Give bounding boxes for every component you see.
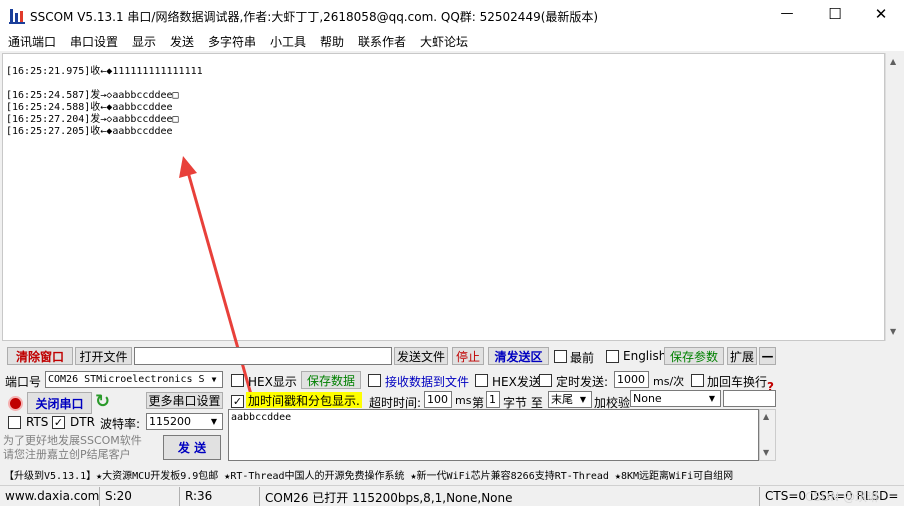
save-params-button[interactable]: 保存参数 bbox=[664, 347, 724, 365]
dtr-label: DTR bbox=[70, 415, 95, 429]
add-crlf-checkbox[interactable] bbox=[691, 374, 704, 387]
expand-button[interactable]: 扩展 bbox=[727, 347, 757, 365]
status-website[interactable]: www.daxia.com bbox=[1, 487, 100, 506]
rts-checkbox[interactable] bbox=[8, 416, 21, 429]
promo-text: 为了更好地发展SSCOM软件 请您注册嘉立创P结尾客户 bbox=[3, 434, 142, 461]
close-port-button[interactable]: 关闭串口 bbox=[27, 392, 92, 414]
scroll-down-icon[interactable]: ▼ bbox=[763, 448, 769, 457]
checksum-extra-field[interactable] bbox=[723, 390, 776, 407]
baud-select[interactable]: 115200 ▼ bbox=[146, 413, 223, 430]
clear-send-button[interactable]: 清发送区 bbox=[488, 347, 549, 365]
english-checkbox[interactable] bbox=[606, 350, 619, 363]
send-text-area[interactable]: aabbccddee bbox=[228, 409, 759, 461]
send-button[interactable]: 发 送 bbox=[163, 435, 221, 460]
more-serial-settings-button[interactable]: 更多串口设置 bbox=[146, 392, 223, 409]
hex-display-label: HEX显示 bbox=[248, 375, 297, 389]
hex-send-checkbox[interactable] bbox=[475, 374, 488, 387]
hex-send-label: HEX发送 bbox=[492, 375, 541, 389]
checksum-select[interactable]: None ▼ bbox=[630, 390, 721, 407]
add-crlf-label: 加回车换行 bbox=[707, 375, 768, 389]
timeout-unit: ms bbox=[455, 394, 472, 407]
file-path-input[interactable] bbox=[134, 347, 392, 365]
hex-display-checkbox[interactable] bbox=[231, 374, 244, 387]
timestamp-checkbox[interactable]: ✓ bbox=[231, 395, 244, 408]
status-sent-count: S:20 bbox=[102, 487, 180, 506]
save-data-button[interactable]: 保存数据 bbox=[301, 371, 361, 389]
timeout-input[interactable]: 100 bbox=[424, 391, 452, 408]
byte-end-select[interactable]: 末尾 ▼ bbox=[548, 391, 592, 408]
chevron-down-icon: ▼ bbox=[576, 393, 590, 406]
ad-banner[interactable]: 【升级到V5.13.1】★大资源MCU开发板9.9包邮 ★RT-Thread中国… bbox=[0, 465, 904, 483]
timestamp-label: 加时间戳和分包显示. bbox=[246, 392, 362, 408]
rts-label: RTS bbox=[26, 415, 49, 429]
stop-button[interactable]: 停止 bbox=[452, 347, 484, 365]
timed-send-checkbox[interactable] bbox=[539, 374, 552, 387]
send-text: aabbccddee bbox=[231, 412, 292, 423]
timed-send-label: 定时发送: bbox=[556, 375, 609, 389]
interval-input[interactable]: 1000 bbox=[614, 371, 649, 388]
status-bar: www.daxia.com S:20 R:36 COM26 已打开 115200… bbox=[0, 485, 904, 506]
port-status-icon bbox=[8, 396, 23, 411]
topmost-label: 最前 bbox=[570, 351, 595, 365]
english-label: English bbox=[623, 349, 667, 363]
topmost-checkbox[interactable] bbox=[554, 350, 567, 363]
baud-label: 波特率: bbox=[100, 417, 141, 431]
open-file-button[interactable]: 打开文件 bbox=[75, 347, 132, 365]
status-port-state: COM26 已打开 115200bps,8,1,None,None bbox=[262, 487, 760, 506]
recv-to-file-checkbox[interactable] bbox=[368, 374, 381, 387]
byte-index-input[interactable]: 1 bbox=[486, 391, 500, 408]
port-select[interactable]: COM26 STMicroelectronics S ▼ bbox=[45, 371, 223, 388]
send-file-button[interactable]: 发送文件 bbox=[394, 347, 448, 365]
sscom-window: SSCOM V5.13.1 串口/网络数据调试器,作者:大虾丁丁,2618058… bbox=[0, 0, 904, 506]
status-received-count: R:36 bbox=[182, 487, 260, 506]
recv-to-file-label: 接收数据到文件 bbox=[385, 375, 470, 389]
dtr-checkbox[interactable]: ✓ bbox=[52, 416, 65, 429]
interval-unit: ms/次 bbox=[653, 375, 685, 388]
ad-banner-text: 【升级到V5.13.1】★大资源MCU开发板9.9包邮 ★RT-Thread中国… bbox=[4, 471, 734, 482]
clear-window-button[interactable]: 清除窗口 bbox=[7, 347, 73, 365]
send-scrollbar[interactable]: ▲ ▼ bbox=[759, 409, 776, 461]
refresh-icon[interactable]: ↻ bbox=[95, 391, 110, 412]
chevron-down-icon: ▼ bbox=[705, 392, 719, 405]
chevron-down-icon: ▼ bbox=[207, 415, 221, 428]
watermark: CSDN @琪琳 bbox=[805, 490, 880, 504]
chevron-down-icon: ▼ bbox=[207, 373, 221, 386]
collapse-button[interactable]: — bbox=[759, 347, 776, 365]
scroll-up-icon[interactable]: ▲ bbox=[763, 412, 769, 421]
port-label: 端口号 bbox=[5, 375, 42, 389]
